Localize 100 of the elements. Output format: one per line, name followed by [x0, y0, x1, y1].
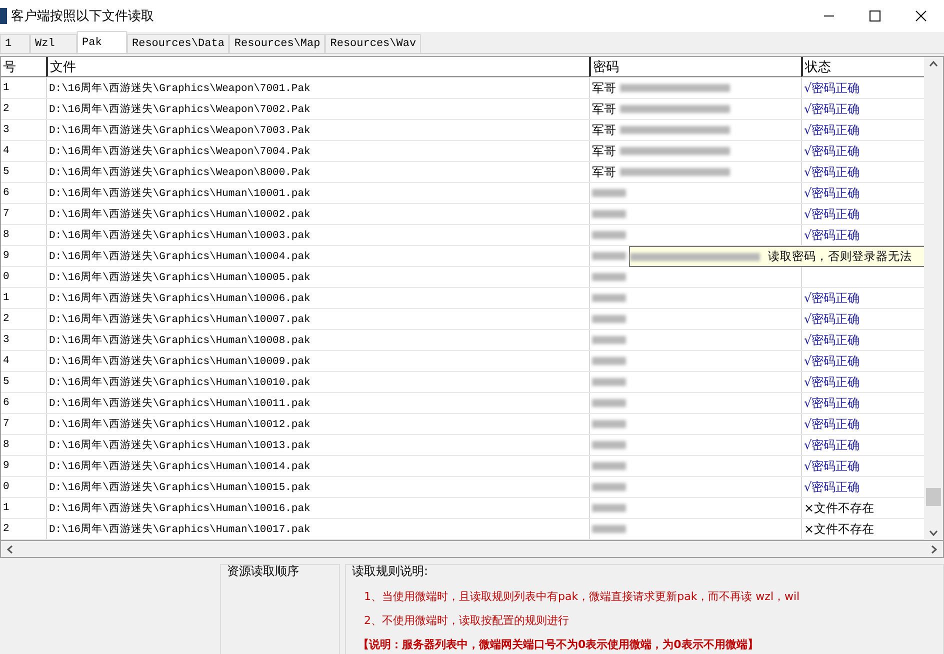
row-number: 3 [2, 333, 10, 348]
tab[interactable]: 1 [0, 34, 30, 53]
row-number: 6 [2, 396, 10, 411]
redacted-bar [592, 481, 626, 493]
column-header[interactable]: 密码 [589, 57, 801, 77]
redacted-bar [592, 271, 626, 283]
row-number: 2 [2, 312, 10, 327]
row-number: 7 [2, 207, 10, 222]
file-path-cell: D:\16周年\西游迷失\Graphics\Weapon\7001.Pak [46, 78, 589, 98]
redacted-bar [592, 292, 626, 304]
row-number: 4 [2, 354, 10, 369]
group-title: 资源读取顺序 [227, 563, 300, 580]
file-path-cell: D:\16周年\西游迷失\Graphics\Human\10008.pak [46, 330, 589, 350]
file-path-cell: D:\16周年\西游迷失\Graphics\Human\10014.pak [46, 456, 589, 476]
column-header[interactable]: 状态 [801, 57, 924, 77]
status-text: √密码正确 [804, 436, 860, 454]
row-number: 0 [2, 270, 10, 285]
row-number: 1 [2, 81, 10, 96]
status-text: √密码正确 [804, 142, 860, 160]
close-icon [915, 10, 927, 22]
file-path-cell: D:\16周年\西游迷失\Graphics\Human\10002.pak [46, 204, 589, 224]
password-text: 军哥 [592, 80, 616, 96]
status-text: √密码正确 [804, 206, 860, 222]
password-text: 军哥 [592, 164, 616, 180]
maximize-icon [869, 10, 881, 22]
password-text: 军哥 [592, 100, 616, 118]
file-path-cell: D:\16周年\西游迷失\Graphics\Weapon\7003.Pak [46, 120, 589, 140]
row-number: 1 [2, 291, 10, 306]
file-path-cell: D:\16周年\西游迷失\Graphics\Weapon\7004.Pak [46, 141, 589, 161]
status-text: √密码正确 [804, 478, 860, 496]
file-path-cell: D:\16周年\西游迷失\Graphics\Human\10017.pak [46, 519, 589, 539]
file-path-cell: D:\16周年\西游迷失\Graphics\Human\10010.pak [46, 372, 589, 392]
row-number: 9 [2, 459, 10, 474]
file-path-cell: D:\16周年\西游迷失\Graphics\Human\10003.pak [46, 225, 589, 245]
row-number: 5 [2, 375, 10, 390]
row-number: 1 [2, 501, 10, 516]
group-title: 读取规则说明: [352, 563, 430, 580]
scroll-down-icon[interactable] [929, 530, 938, 536]
redacted-bar [592, 376, 626, 388]
redacted-bar [592, 355, 626, 367]
tab[interactable]: Resources\Map [229, 34, 326, 53]
row-number: 0 [2, 480, 10, 495]
row-number: 6 [2, 186, 10, 201]
file-path-cell: D:\16周年\西游迷失\Graphics\Human\10016.pak [46, 498, 589, 518]
status-text: √密码正确 [804, 290, 860, 306]
app-icon [0, 8, 7, 24]
scroll-up-icon[interactable] [929, 61, 938, 67]
status-text: √密码正确 [804, 164, 860, 180]
file-path-cell: D:\16周年\西游迷失\Graphics\Human\10012.pak [46, 414, 589, 434]
status-text: √密码正确 [804, 80, 860, 96]
status-text: √密码正确 [804, 458, 860, 474]
rule-text: 2、不使用微端时，读取按配置的规则进行 [363, 613, 570, 628]
redacted-bar [592, 229, 626, 241]
password-text: 军哥 [592, 142, 616, 160]
file-path-cell: D:\16周年\西游迷失\Graphics\Human\10013.pak [46, 435, 589, 455]
status-text: √密码正确 [804, 332, 860, 348]
redacted-bar [592, 439, 626, 451]
scroll-right-icon[interactable] [931, 544, 937, 554]
row-number: 3 [2, 123, 10, 138]
tab[interactable]: Wzl [30, 34, 77, 53]
file-path-cell: D:\16周年\西游迷失\Graphics\Human\10015.pak [46, 477, 589, 497]
file-path-cell: D:\16周年\西游迷失\Graphics\Weapon\8000.Pak [46, 162, 589, 182]
row-number: 5 [2, 165, 10, 180]
status-text: √密码正确 [804, 184, 860, 202]
redacted-bar [592, 460, 626, 472]
tab[interactable]: Pak [77, 31, 127, 53]
status-text: √密码正确 [804, 374, 860, 390]
rule-text: 【说明：服务器列表中，微端网关端口号不为0表示使用微端，为0表示不用微端】 [357, 637, 760, 652]
file-path-cell: D:\16周年\西游迷失\Graphics\Human\10006.pak [46, 288, 589, 308]
row-number: 7 [2, 417, 10, 432]
row-number: 9 [2, 249, 10, 264]
scroll-left-icon[interactable] [7, 544, 13, 554]
status-text: √密码正确 [804, 310, 860, 328]
file-path-cell: D:\16周年\西游迷失\Graphics\Human\10011.pak [46, 393, 589, 413]
status-text: √密码正确 [804, 416, 860, 432]
tab[interactable]: Resources\Data [127, 34, 230, 53]
row-number: 8 [2, 228, 10, 243]
redacted-bar [592, 523, 626, 535]
row-number: 4 [2, 144, 10, 159]
file-path-cell: D:\16周年\西游迷失\Graphics\Human\10007.pak [46, 309, 589, 329]
tab[interactable]: Resources\Wav [325, 34, 422, 53]
status-text: √密码正确 [804, 226, 860, 244]
status-text: √密码正确 [804, 352, 860, 370]
scrollbar-thumb[interactable] [926, 488, 941, 506]
redacted-bar [592, 418, 626, 430]
status-text: √密码正确 [804, 100, 860, 118]
redacted-bar [592, 334, 626, 346]
column-header[interactable]: 文件 [46, 57, 589, 77]
window-title: 客户端按照以下文件读取 [11, 8, 155, 25]
redacted-bar [592, 397, 626, 409]
password-text: 军哥 [592, 122, 616, 138]
tooltip-text: 读取密码，否则登录器无法 [768, 249, 912, 264]
redacted-bar [592, 208, 626, 220]
rule-text: 1、当使用微端时，且读取规则列表中有pak，微端直接请求更新pak，而不再读 wzl，wil [363, 589, 801, 604]
row-number: 2 [2, 522, 10, 537]
redacted-bar [592, 187, 626, 199]
file-path-cell: D:\16周年\西游迷失\Graphics\Human\10004.pak [46, 246, 589, 266]
file-path-cell: D:\16周年\西游迷失\Graphics\Human\10001.pak [46, 183, 589, 203]
redacted-bar [592, 313, 626, 325]
row-number: 2 [2, 102, 10, 117]
